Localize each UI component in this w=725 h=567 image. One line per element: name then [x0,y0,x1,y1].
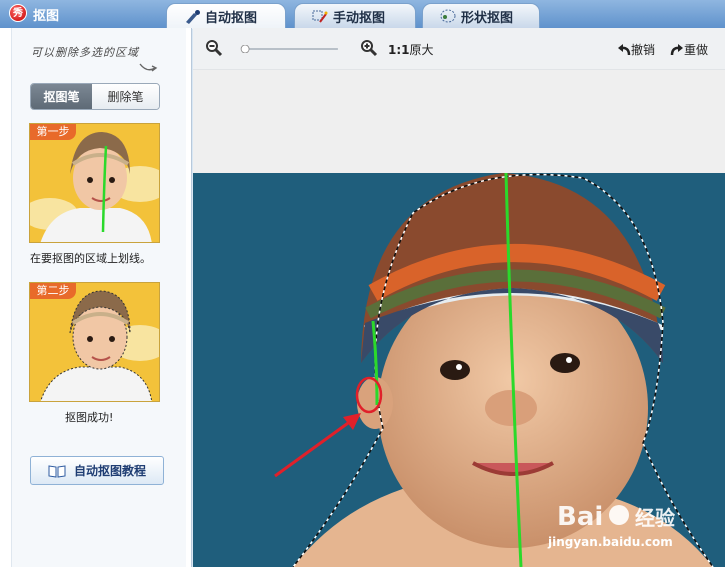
undo-icon [618,43,631,55]
title-bar: 秀 抠图 自动抠图 手动抠图 形状抠图 [0,0,725,29]
step2-caption: 抠图成功! [65,411,114,424]
zoom-out-icon[interactable] [205,39,223,57]
actual-size-label: 原大 [409,43,434,57]
svg-text:Bai: Bai [557,502,603,532]
tab-label: 形状抠图 [461,10,514,26]
step1-thumbnail: 第一步 [29,123,160,243]
app-logo: 秀 [9,4,27,22]
tab-manual-cutout[interactable]: 手动抠图 [294,3,416,28]
zoom-slider[interactable] [228,45,351,53]
undo-button[interactable]: 撤销 [617,41,655,58]
watermark-url: jingyan.baidu.com [548,535,673,549]
step1-caption: 在要抠图的区域上划线。 [30,252,151,265]
actual-size-button[interactable]: 1:1原大 [388,41,434,58]
tutorial-button[interactable]: 自动抠图教程 [30,456,164,485]
book-icon [48,464,66,478]
tab-auto-cutout[interactable]: 自动抠图 [166,3,286,29]
undo-label: 撤销 [631,43,656,57]
step2-badge: 第二步 [30,283,76,299]
lasso-shape-icon [439,8,457,24]
ratio-text: 1:1 [388,43,410,57]
hint-text: 可以删除多选的区域 [31,46,139,59]
curved-arrow-icon [139,63,158,72]
baidu-watermark: Bai 经验 [555,497,695,537]
tab-shape-cutout[interactable]: 形状抠图 [422,3,540,28]
redo-label: 重做 [684,43,709,57]
step1-badge: 第一步 [30,124,76,140]
brush-icon [183,9,201,25]
tab-label: 手动抠图 [333,10,386,26]
pen-mode-toggle: 抠图笔 删除笔 [30,83,160,110]
tab-label: 自动抠图 [205,11,258,26]
erase-pen-button[interactable]: 删除笔 [92,84,159,109]
magic-wand-icon [311,8,329,24]
redo-icon [670,43,683,55]
zoom-in-icon[interactable] [360,39,378,57]
tutorial-label: 自动抠图教程 [74,464,147,478]
svg-text:经验: 经验 [635,506,675,530]
cutout-pen-button[interactable]: 抠图笔 [31,84,92,109]
app-title: 抠图 [33,9,60,24]
step2-thumbnail: 第二步 [29,282,160,402]
redo-button[interactable]: 重做 [670,41,708,58]
